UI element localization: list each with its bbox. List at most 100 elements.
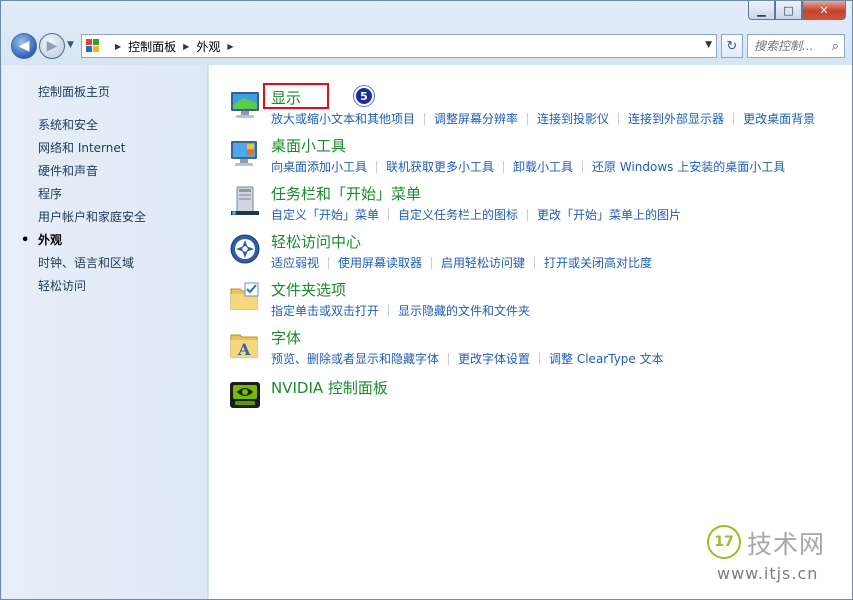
sidebar: 控制面板主页 系统和安全 网络和 Internet 硬件和声音 程序 用户帐户和…: [2, 65, 208, 599]
link-divider: [527, 113, 529, 125]
breadcrumb-appearance[interactable]: 外观: [196, 38, 220, 55]
category-nvidia: NVIDIA 控制面板: [229, 377, 849, 421]
link-divider: [527, 209, 529, 221]
site-watermark: 17 技术网 www.itjs.cn: [703, 524, 849, 594]
category-display: 显示 5 放大或缩小文本和其他项目 调整屏幕分辨率 连接到投影仪 连接到外部显示器 更改…: [229, 83, 849, 131]
link-divider: [388, 305, 390, 317]
gadgets-icon: [231, 141, 257, 166]
address-dropdown-icon[interactable]: ▼: [705, 40, 712, 50]
category-links-folder-options: 指定单击或双击打开 显示隐藏的文件和文件夹: [271, 302, 530, 319]
link-connect-projector[interactable]: 连接到投影仪: [537, 112, 609, 126]
svg-text:A: A: [237, 340, 251, 359]
main-content: 显示 5 放大或缩小文本和其他项目 调整屏幕分辨率 连接到投影仪 连接到外部显示器 更改…: [209, 65, 852, 599]
link-change-text-size[interactable]: 放大或缩小文本和其他项目: [271, 112, 415, 126]
search-input[interactable]: [754, 39, 828, 53]
category-ease-of-access: 轻松访问中心 适应弱视 使用屏幕读取器 启用轻松访问键 打开或关闭高对比度: [229, 231, 849, 275]
link-divider: [431, 257, 433, 269]
sidebar-item-label: 外观: [38, 233, 63, 247]
sidebar-item-clock-language-region[interactable]: 时钟、语言和区域: [38, 255, 146, 278]
category-title-fonts[interactable]: 字体: [271, 327, 301, 348]
close-button[interactable]: ✕: [802, 1, 846, 20]
window-caption-buttons: ▁ □ ✕: [748, 1, 846, 20]
link-connect-external-display[interactable]: 连接到外部显示器: [628, 112, 724, 126]
link-adjust-cleartype[interactable]: 调整 ClearType 文本: [549, 352, 664, 366]
link-divider: [376, 161, 378, 173]
link-single-double-click[interactable]: 指定单击或双击打开: [271, 304, 379, 318]
link-divider: [424, 113, 426, 125]
link-get-more-gadgets[interactable]: 联机获取更多小工具: [386, 160, 494, 174]
link-add-gadgets[interactable]: 向桌面添加小工具: [271, 160, 367, 174]
category-gadgets: 桌面小工具 向桌面添加小工具 联机获取更多小工具 卸载小工具 还原 Windows 上…: [229, 135, 849, 179]
link-toggle-high-contrast[interactable]: 打开或关闭高对比度: [544, 256, 652, 270]
taskbar-icon: [231, 186, 259, 215]
step-number-badge: 5: [354, 86, 374, 106]
link-divider: [534, 257, 536, 269]
search-icon[interactable]: ⌕: [832, 39, 839, 54]
link-customize-start-menu[interactable]: 自定义「开始」菜单: [271, 208, 379, 222]
current-item-bullet-icon: •: [21, 233, 30, 248]
category-title-display[interactable]: 显示: [271, 87, 301, 108]
maximize-button[interactable]: □: [775, 1, 802, 20]
breadcrumb-separator-icon: ▶: [115, 41, 122, 51]
category-links-fonts: 预览、删除或者显示和隐藏字体 更改字体设置 调整 ClearType 文本: [271, 350, 664, 367]
category-fonts: A 字体 预览、删除或者显示和隐藏字体 更改字体设置 调整 ClearType 文本: [229, 327, 849, 371]
category-title-gadgets[interactable]: 桌面小工具: [271, 135, 346, 156]
link-turn-on-easy-access-keys[interactable]: 启用轻松访问键: [441, 256, 525, 270]
category-folder-options: 文件夹选项 指定单击或双击打开 显示隐藏的文件和文件夹: [229, 279, 849, 323]
category-title-taskbar-start[interactable]: 任务栏和「开始」菜单: [271, 183, 421, 204]
link-divider: [582, 161, 584, 173]
display-icon: [231, 92, 259, 118]
breadcrumb-control-panel[interactable]: 控制面板: [128, 38, 176, 55]
refresh-button[interactable]: ↻: [721, 34, 743, 58]
category-links-ease-of-access: 适应弱视 使用屏幕读取器 启用轻松访问键 打开或关闭高对比度: [271, 254, 652, 271]
fonts-icon: A: [230, 334, 258, 359]
recent-pages-dropdown[interactable]: ▼: [67, 40, 74, 50]
forward-button[interactable]: ▶: [39, 33, 65, 59]
control-panel-icon: [86, 39, 104, 53]
category-links-taskbar: 自定义「开始」菜单 自定义任务栏上的图标 更改「开始」菜单上的图片: [271, 206, 681, 223]
ease-of-access-icon: [230, 234, 260, 264]
refresh-icon: ↻: [726, 38, 738, 54]
sidebar-item-appearance[interactable]: • 外观: [21, 232, 146, 255]
link-divider: [618, 113, 620, 125]
category-links-display: 放大或缩小文本和其他项目 调整屏幕分辨率 连接到投影仪 连接到外部显示器 更改桌面背景: [271, 110, 815, 127]
category-title-folder-options[interactable]: 文件夹选项: [271, 279, 346, 300]
control-panel-window: ▁ □ ✕ ◀ ▶ ▼ ▶ 控制面板 ▶ 外观 ▶ ▼ ↻ ⌕: [0, 0, 853, 600]
sidebar-item-hardware-sound[interactable]: 硬件和声音: [38, 163, 146, 186]
sidebar-category-list: 系统和安全 网络和 Internet 硬件和声音 程序 用户帐户和家庭安全 • …: [21, 117, 146, 301]
folder-options-icon: [230, 282, 259, 310]
watermark-logo: 17: [707, 525, 741, 559]
link-divider: [388, 209, 390, 221]
link-divider: [503, 161, 505, 173]
link-divider: [448, 353, 450, 365]
link-adjust-resolution[interactable]: 调整屏幕分辨率: [434, 112, 518, 126]
search-box[interactable]: ⌕: [747, 34, 845, 58]
sidebar-item-ease-of-access[interactable]: 轻松访问: [38, 278, 146, 301]
link-restore-gadgets[interactable]: 还原 Windows 上安装的桌面小工具: [592, 160, 785, 174]
navigation-bar: ◀ ▶ ▼ ▶ 控制面板 ▶ 外观 ▶ ▼ ↻ ⌕: [9, 31, 847, 61]
link-change-start-menu-picture[interactable]: 更改「开始」菜单上的图片: [537, 208, 681, 222]
sidebar-item-system-security[interactable]: 系统和安全: [38, 117, 146, 140]
link-change-font-settings[interactable]: 更改字体设置: [458, 352, 530, 366]
sidebar-item-network-internet[interactable]: 网络和 Internet: [38, 140, 146, 163]
link-preview-delete-fonts[interactable]: 预览、删除或者显示和隐藏字体: [271, 352, 439, 366]
watermark-name: 技术网: [747, 530, 826, 559]
category-title-ease-of-access[interactable]: 轻松访问中心: [271, 231, 361, 252]
sidebar-item-user-accounts[interactable]: 用户帐户和家庭安全: [38, 209, 146, 232]
link-divider: [539, 353, 541, 365]
link-accommodate-low-vision[interactable]: 适应弱视: [271, 256, 319, 270]
breadcrumb-separator-icon: ▶: [227, 41, 234, 51]
sidebar-item-programs[interactable]: 程序: [38, 186, 146, 209]
minimize-button[interactable]: ▁: [748, 1, 775, 20]
nvidia-icon: [230, 382, 260, 408]
link-customize-taskbar-icons[interactable]: 自定义任务栏上的图标: [398, 208, 518, 222]
breadcrumb-separator-icon: ▶: [183, 41, 190, 51]
link-uninstall-gadget[interactable]: 卸载小工具: [513, 160, 573, 174]
sidebar-home-link[interactable]: 控制面板主页: [38, 83, 110, 100]
link-use-screen-reader[interactable]: 使用屏幕读取器: [338, 256, 422, 270]
address-bar[interactable]: ▶ 控制面板 ▶ 外观 ▶ ▼: [81, 34, 717, 58]
back-button[interactable]: ◀: [11, 33, 37, 59]
link-change-desktop-background[interactable]: 更改桌面背景: [743, 112, 815, 126]
link-show-hidden-files[interactable]: 显示隐藏的文件和文件夹: [398, 304, 530, 318]
category-title-nvidia[interactable]: NVIDIA 控制面板: [271, 377, 388, 398]
